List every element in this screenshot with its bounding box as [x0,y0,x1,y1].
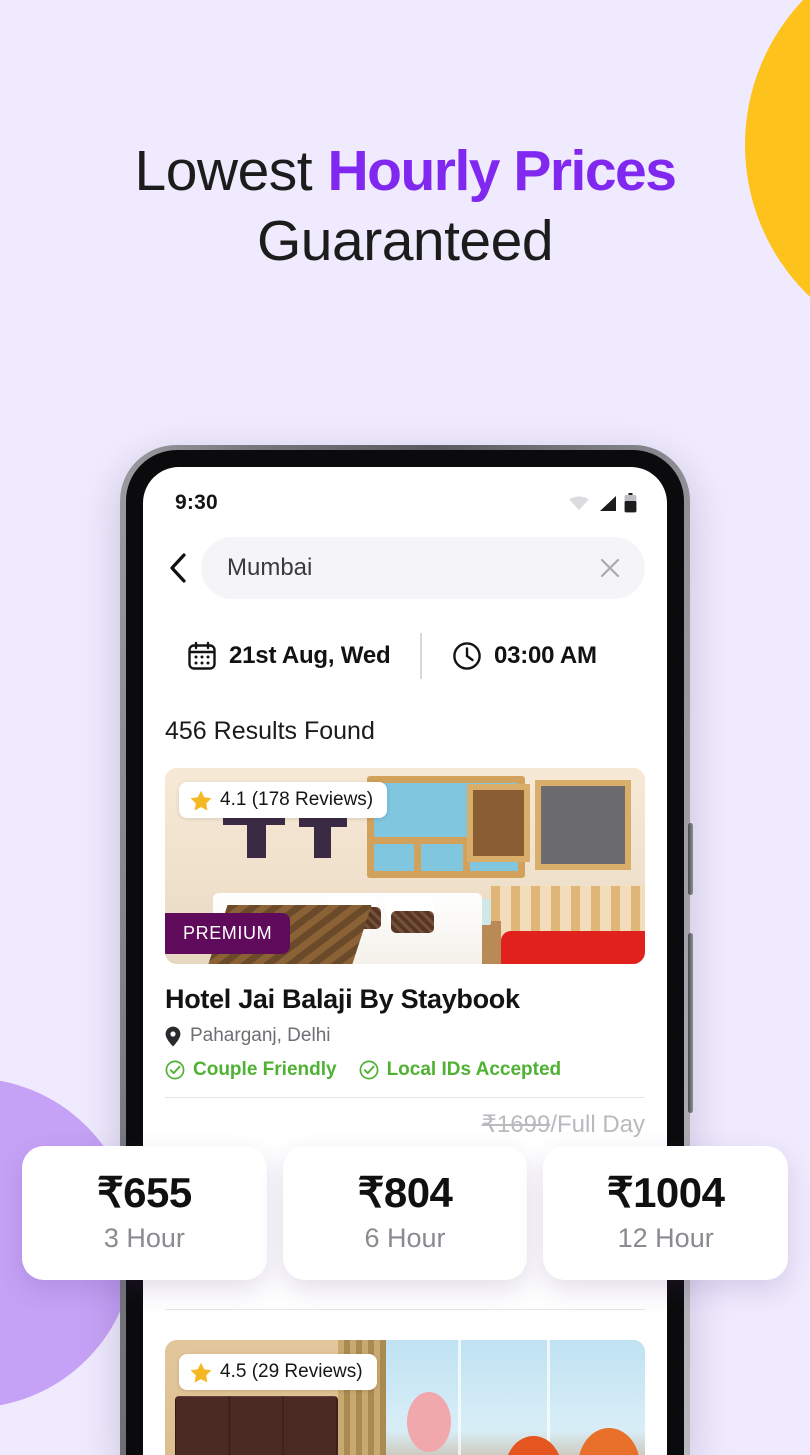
hotel-tag-label: Couple Friendly [193,1059,337,1080]
headline-accent: Hourly Prices [327,139,677,203]
status-time: 9:30 [175,491,218,514]
price-amount: ₹655 [96,1169,192,1216]
status-icons [568,493,637,513]
price-duration: 6 Hour [364,1223,446,1253]
date-selector[interactable]: 21st Aug, Wed [165,641,420,671]
selected-time: 03:00 AM [493,642,597,669]
hotel-tag-label: Local IDs Accepted [386,1059,562,1080]
phone-power-button[interactable] [688,823,693,895]
close-icon[interactable] [597,555,623,581]
datetime-selector: 21st Aug, Wed 03:00 AM [165,633,645,679]
premium-badge: PREMIUM [165,913,291,954]
search-input-value: Mumbai [227,554,313,581]
price-duration: 12 Hour [617,1223,714,1253]
calendar-icon [188,641,216,670]
price-unit: /Full Day [550,1111,645,1138]
old-price: ₹1699 [481,1111,551,1138]
phone-volume-button[interactable] [688,933,693,1113]
rating-badge: 4.5 (29 Reviews) [179,1354,377,1390]
hotel-photo[interactable]: 4.5 (29 Reviews) [165,1340,645,1455]
hotel-tags: Couple Friendly Local IDs Accepted [165,1059,645,1081]
star-icon [190,790,212,810]
check-circle-icon [165,1060,185,1080]
back-button[interactable] [165,551,191,585]
selected-date: 21st Aug, Wed [229,642,391,669]
price-options: ₹655 3 Hour ₹804 6 Hour ₹1004 12 Hour [22,1146,789,1280]
phone-mockup: 9:30 Mumbai 21st Aug, Wed 03:00 AM 456 R… [120,445,693,1455]
search-input[interactable]: Mumbai [201,537,645,599]
results-count: 456 Results Found [165,717,375,745]
hotel-location-text: Paharganj, Delhi [190,1025,331,1046]
hotel-photo[interactable]: 4.1 (178 Reviews) PREMIUM [165,768,645,964]
wifi-icon [569,496,589,511]
full-day-price: ₹1699/Full Day [165,1110,645,1139]
headline-line-1: Lowest Hourly Prices [0,139,810,204]
hotel-name: Hotel Jai Balaji By Staybook [165,984,520,1014]
hotel-tag: Couple Friendly [165,1059,337,1081]
headline-prefix: Lowest [134,139,328,203]
status-bar: 9:30 [143,467,667,523]
time-selector[interactable]: 03:00 AM [422,641,597,671]
chevron-left-icon [170,553,186,583]
price-amount: ₹804 [357,1169,453,1216]
rating-badge: 4.1 (178 Reviews) [179,782,388,818]
rating-text: 4.1 (178 Reviews) [220,789,374,810]
price-duration: 3 Hour [103,1223,185,1253]
list-divider [165,1309,645,1310]
card-divider [165,1097,645,1098]
star-icon [190,1362,212,1382]
price-option-card[interactable]: ₹655 3 Hour [22,1146,267,1280]
clock-icon [453,642,481,670]
hotel-tag: Local IDs Accepted [359,1059,562,1081]
rating-text: 4.5 (29 Reviews) [220,1361,363,1382]
price-option-card[interactable]: ₹1004 12 Hour [543,1146,789,1280]
signal-icon [600,495,616,511]
check-circle-icon [359,1060,379,1080]
price-option-card[interactable]: ₹804 6 Hour [282,1146,528,1280]
battery-icon [624,493,637,513]
hotel-card[interactable]: 4.5 (29 Reviews) [165,1340,645,1455]
price-amount: ₹1004 [606,1169,725,1216]
headline-line-2: Guaranteed [256,208,554,273]
hotel-location: Paharganj, Delhi [165,1025,645,1047]
phone-screen: 9:30 Mumbai 21st Aug, Wed 03:00 AM 456 R… [143,467,667,1455]
location-pin-icon [165,1026,181,1046]
marketing-headline: Lowest Hourly Prices Guaranteed [0,139,810,274]
search-row: Mumbai [143,523,667,599]
hotel-card[interactable]: 4.1 (178 Reviews) PREMIUM Hotel Jai Bala… [165,768,645,1139]
